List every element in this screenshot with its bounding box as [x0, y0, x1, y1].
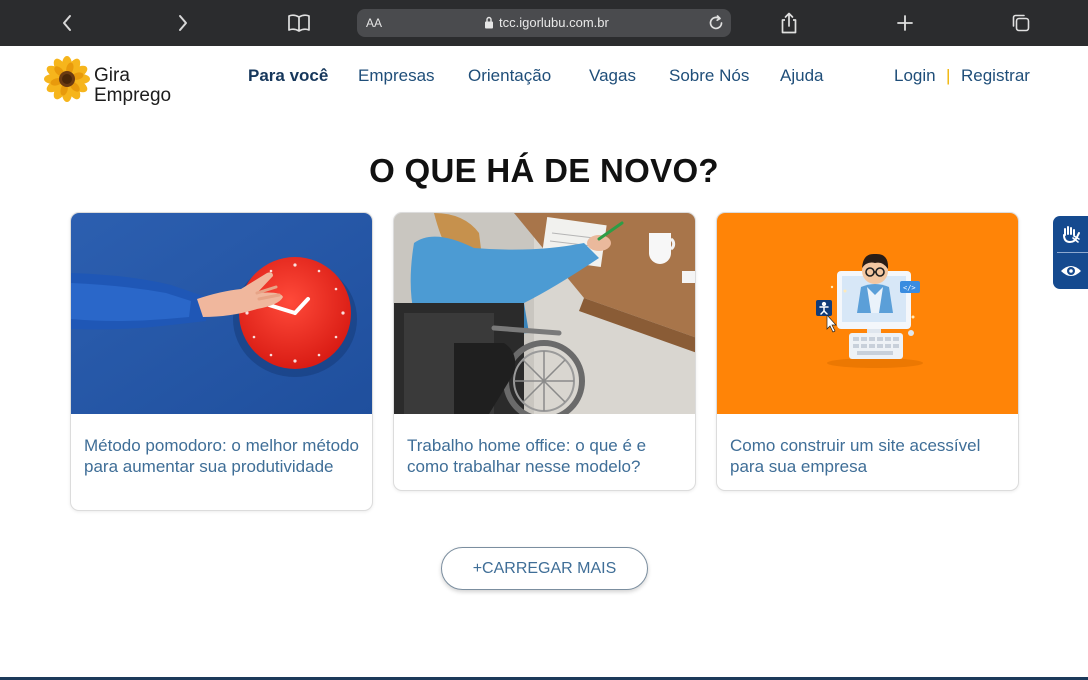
login-link[interactable]: Login [894, 66, 936, 86]
nav-ajuda[interactable]: Ajuda [780, 66, 823, 86]
card-image-wheelchair [394, 213, 695, 414]
card-image-clock [71, 213, 372, 414]
load-more-button[interactable]: +CARREGAR MAIS [441, 547, 648, 590]
eye-icon[interactable] [1053, 253, 1088, 289]
share-icon[interactable] [774, 8, 804, 38]
section-title: O QUE HÁ DE NOVO? [369, 152, 719, 189]
sunflower-logo-icon [44, 56, 90, 107]
nav-empresas[interactable]: Empresas [358, 66, 435, 86]
browser-toolbar: AA tcc.igorlubu.com.br [0, 0, 1088, 46]
card-title[interactable]: Trabalho home office: o que é e como tra… [394, 414, 695, 477]
back-icon[interactable] [52, 8, 82, 38]
register-link[interactable]: Registrar [961, 66, 1030, 86]
address-bar[interactable]: AA tcc.igorlubu.com.br [357, 9, 731, 37]
sign-language-icon[interactable] [1053, 216, 1088, 252]
logo-line-2: Emprego [94, 85, 172, 106]
card-title[interactable]: Método pomodoro: o melhor método para au… [71, 414, 372, 477]
article-card-home-office[interactable]: Trabalho home office: o que é e como tra… [393, 212, 696, 491]
nav-vagas[interactable]: Vagas [589, 66, 636, 86]
logo-text: Gira Emprego [94, 66, 171, 106]
reload-icon[interactable] [707, 14, 725, 37]
card-title[interactable]: Como construir um site acessível para su… [717, 414, 1018, 477]
lock-icon [484, 16, 494, 34]
reader-aa-button[interactable]: AA [366, 16, 382, 30]
auth-separator: | [946, 66, 951, 85]
article-card-accessible-site[interactable]: </> Como construir um site acessível par… [716, 212, 1019, 491]
forward-icon[interactable] [168, 8, 198, 38]
svg-text:</>: </> [903, 284, 916, 292]
nav-para-voce[interactable]: Para você [248, 66, 328, 86]
nav-orientacao[interactable]: Orientação [468, 66, 551, 86]
site-header: Gira Emprego Para você Empresas Orientaç… [0, 46, 1088, 118]
accessibility-widget [1053, 216, 1088, 289]
article-card-pomodoro[interactable]: Método pomodoro: o melhor método para au… [70, 212, 373, 511]
logo-line-1: Gira [94, 65, 130, 86]
nav-sobre-nos[interactable]: Sobre Nós [669, 66, 749, 86]
site-logo[interactable]: Gira Emprego [44, 54, 204, 107]
tabs-icon[interactable] [1006, 8, 1036, 38]
bookmarks-icon[interactable] [284, 8, 314, 38]
url-text: tcc.igorlubu.com.br [499, 15, 609, 30]
new-tab-icon[interactable] [890, 8, 920, 38]
card-image-accessibility: </> [717, 213, 1018, 414]
